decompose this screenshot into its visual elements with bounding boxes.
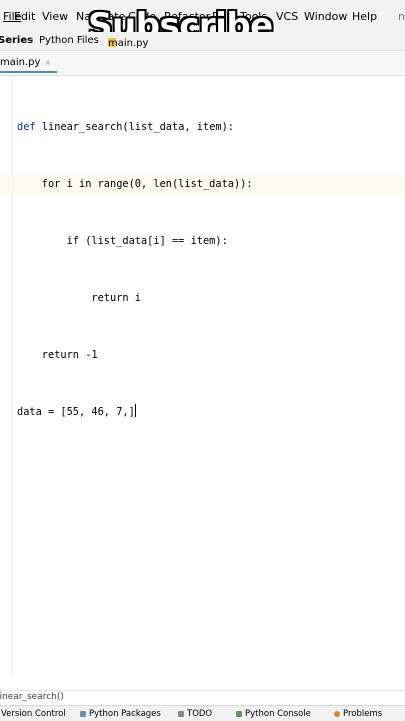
code-line-3: if (list_data[i] == item): <box>17 232 253 251</box>
code-line-2: for i in range(0, len(list_data)): <box>17 175 253 194</box>
text-caret <box>134 404 136 417</box>
menu-view[interactable]: View <box>42 10 68 23</box>
tab-problems-label: Problems <box>343 709 383 719</box>
menu-help[interactable]: Help <box>352 10 377 23</box>
menu-window[interactable]: Window <box>304 10 347 23</box>
code-line-5-text: return -1 <box>17 349 98 361</box>
tab-python-packages-label: Python Packages <box>89 709 161 719</box>
code-line-4-text: return i <box>17 292 141 304</box>
breadcrumb-separator: › <box>30 35 34 46</box>
breadcrumb-project[interactable]: Series <box>0 35 33 46</box>
code-line-6-text: data = [55, 46, 7,] <box>17 406 135 418</box>
menu-overflow[interactable]: n <box>398 10 405 23</box>
code-line-3-text: if (list_data[i] == item): <box>17 235 228 247</box>
code-editor[interactable]: def linear_search(list_data, item): for … <box>0 76 405 690</box>
tab-python-console[interactable]: Python Console <box>236 709 311 719</box>
todo-icon <box>178 711 184 717</box>
close-icon[interactable]: × <box>44 58 51 67</box>
tab-todo[interactable]: TODO <box>178 709 212 719</box>
code-line-4: return i <box>17 289 253 308</box>
breadcrumb-file-label: main.py <box>108 38 149 49</box>
console-icon <box>236 711 242 717</box>
tab-main-py[interactable]: main.py × <box>0 57 58 73</box>
code-line-2-text: for i in range(0, len(list_data)): <box>17 178 253 190</box>
menu-vcs[interactable]: VCS <box>276 10 298 23</box>
gutter-divider <box>12 76 13 676</box>
code-text[interactable]: def linear_search(list_data, item): for … <box>17 80 253 460</box>
tab-version-control[interactable]: Version Control <box>0 709 66 719</box>
tab-label: main.py <box>0 57 41 68</box>
tool-window-bar: Version Control Python Packages TODO Pyt… <box>0 705 405 721</box>
tab-python-packages[interactable]: Python Packages <box>80 709 161 719</box>
editor-tab-bar: main.py × <box>0 51 405 76</box>
code-line-1-text: linear_search(list_data, item): <box>41 121 234 133</box>
code-line-5: return -1 <box>17 346 253 365</box>
breadcrumb: Series › Python Files main.py <box>0 32 405 51</box>
problems-icon <box>334 711 340 717</box>
package-icon <box>80 711 86 717</box>
tab-todo-label: TODO <box>187 709 213 719</box>
tab-problems[interactable]: Problems <box>334 709 382 719</box>
status-breadcrumb: linear_search() <box>0 690 405 704</box>
code-line-6: data = [55, 46, 7,] <box>17 403 253 422</box>
tab-python-console-label: Python Console <box>245 709 311 719</box>
tab-version-control-label: Version Control <box>1 709 66 719</box>
code-line-1: def linear_search(list_data, item): <box>17 121 234 133</box>
menu-edit[interactable]: Edit <box>14 10 35 23</box>
breadcrumb-folder[interactable]: Python Files <box>39 35 99 46</box>
status-breadcrumb-label[interactable]: linear_search() <box>0 692 64 702</box>
